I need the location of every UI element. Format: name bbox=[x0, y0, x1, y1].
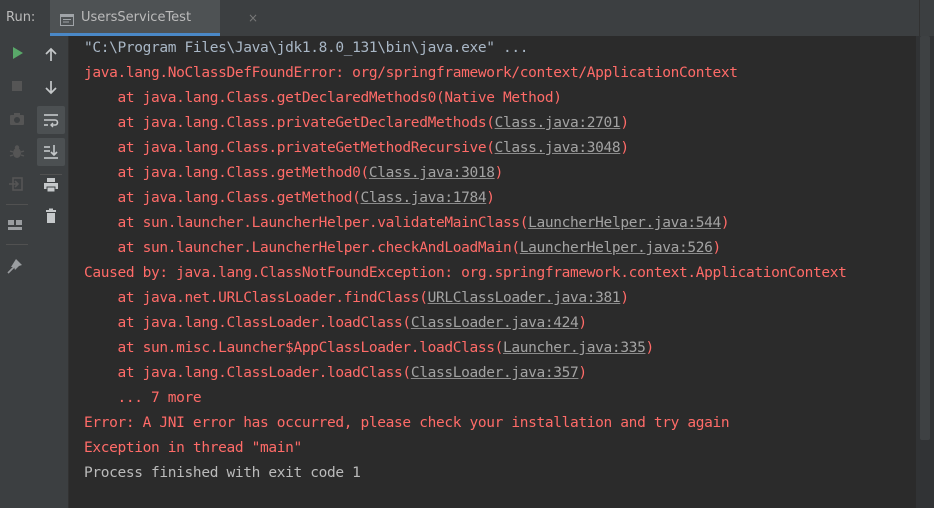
console-text: ) bbox=[578, 365, 587, 381]
console-text: Exception in thread "main" bbox=[84, 440, 302, 456]
toolbar-separator bbox=[6, 244, 28, 245]
console-text: ) bbox=[578, 315, 587, 331]
console-text: Caused by: java.lang.ClassNotFoundExcept… bbox=[84, 265, 847, 281]
print-button[interactable] bbox=[37, 171, 65, 199]
console-line: at java.lang.Class.privateGetMethodRecur… bbox=[84, 136, 630, 161]
down-stack-trace-button[interactable] bbox=[37, 73, 65, 101]
source-link[interactable]: LauncherHelper.java:526 bbox=[520, 240, 713, 256]
console-text: ) bbox=[712, 240, 721, 256]
arrow-up-icon bbox=[45, 47, 57, 61]
console-text: ) bbox=[720, 215, 730, 231]
scroll-to-end-icon bbox=[44, 145, 58, 159]
console-text: ... 7 more bbox=[84, 390, 202, 406]
console-text: "C:\Program Files\Java\jdk1.8.0_131\bin\… bbox=[84, 40, 529, 56]
rerun-button[interactable] bbox=[3, 39, 31, 67]
tab-label: UsersServiceTest bbox=[81, 10, 192, 25]
console-line: Exception in thread "main" bbox=[84, 436, 302, 461]
console-actions-toolbar bbox=[34, 36, 69, 508]
scrollbar-thumb[interactable] bbox=[920, 36, 930, 440]
console-text: at sun.launcher.LauncherHelper.validateM… bbox=[84, 215, 529, 231]
source-link[interactable]: ClassLoader.java:424 bbox=[411, 315, 579, 331]
console-line: Process finished with exit code 1 bbox=[84, 461, 361, 486]
trash-icon bbox=[46, 208, 56, 223]
source-link[interactable]: Class.java:1784 bbox=[361, 190, 487, 206]
console-text: ) bbox=[620, 290, 629, 306]
print-icon bbox=[44, 178, 58, 193]
stop-icon bbox=[12, 81, 22, 91]
console-line: Caused by: java.lang.ClassNotFoundExcept… bbox=[84, 261, 847, 286]
console-text: at java.net.URLClassLoader.findClass( bbox=[84, 290, 428, 306]
dump-threads-button[interactable] bbox=[3, 105, 31, 133]
scroll-to-end-button[interactable] bbox=[37, 138, 65, 166]
source-link[interactable]: URLClassLoader.java:381 bbox=[428, 290, 621, 306]
console-line: at java.lang.Class.privateGetDeclaredMet… bbox=[84, 111, 630, 136]
console-line: at java.lang.Class.getMethod(Class.java:… bbox=[84, 186, 495, 211]
console-text: at java.lang.Class.privateGetDeclaredMet… bbox=[84, 115, 495, 131]
console-line: at java.lang.ClassLoader.loadClass(Class… bbox=[84, 311, 588, 336]
tab-users-service-test[interactable]: UsersServiceTest × bbox=[50, 0, 258, 36]
console-text: Error: A JNI error has occurred, please … bbox=[84, 415, 730, 431]
console-line: ... 7 more bbox=[84, 386, 202, 411]
console-text: at java.lang.ClassLoader.loadClass( bbox=[84, 365, 412, 381]
console-text: at java.lang.Class.privateGetMethodRecur… bbox=[84, 140, 495, 156]
run-actions-toolbar bbox=[0, 36, 34, 508]
console-text: ) bbox=[620, 115, 629, 131]
source-link[interactable]: Class.java:2701 bbox=[495, 115, 621, 131]
source-link[interactable]: ClassLoader.java:357 bbox=[411, 365, 579, 381]
pin-tab-button[interactable] bbox=[1, 252, 29, 280]
console-line: at java.net.URLClassLoader.findClass(URL… bbox=[84, 286, 630, 311]
pin-icon bbox=[7, 259, 22, 274]
toolbar-separator bbox=[6, 204, 28, 205]
camera-icon bbox=[10, 113, 24, 125]
console-line: at sun.misc.Launcher$AppClassLoader.load… bbox=[84, 336, 655, 361]
console-text: at java.lang.Class.getMethod( bbox=[84, 190, 361, 206]
console-text: at java.lang.Class.getDeclaredMethods0(N… bbox=[84, 90, 562, 106]
console-text: Process finished with exit code 1 bbox=[84, 465, 361, 481]
login-icon bbox=[9, 177, 23, 191]
console-line: at java.lang.ClassLoader.loadClass(Class… bbox=[84, 361, 588, 386]
source-link[interactable]: Launcher.java:335 bbox=[503, 340, 646, 356]
console-tab-icon bbox=[60, 11, 74, 26]
layout-icon bbox=[8, 220, 22, 230]
console-text: ) bbox=[486, 190, 495, 206]
source-link[interactable]: LauncherHelper.java:544 bbox=[528, 215, 721, 231]
debug-button[interactable] bbox=[3, 138, 31, 166]
console-text: at sun.launcher.LauncherHelper.checkAndL… bbox=[84, 240, 521, 256]
console-line: java.lang.NoClassDefFoundError: org/spri… bbox=[84, 61, 738, 86]
run-header: Run: UsersServiceTest × bbox=[0, 0, 934, 36]
console-text: ) bbox=[494, 165, 504, 181]
clear-all-button[interactable] bbox=[37, 202, 65, 230]
soft-wrap-icon bbox=[44, 114, 59, 128]
restore-layout-button[interactable] bbox=[3, 170, 31, 198]
arrow-down-icon bbox=[45, 81, 57, 95]
console-output[interactable]: "C:\Program Files\Java\jdk1.8.0_131\bin\… bbox=[70, 36, 916, 508]
up-stack-trace-button[interactable] bbox=[37, 41, 65, 69]
stop-button[interactable] bbox=[3, 72, 31, 100]
source-link[interactable]: Class.java:3018 bbox=[369, 165, 495, 181]
console-line: at sun.launcher.LauncherHelper.validateM… bbox=[84, 211, 730, 236]
console-text: ) bbox=[645, 340, 654, 356]
console-line: at java.lang.Class.getDeclaredMethods0(N… bbox=[84, 86, 562, 111]
console-text: java.lang.NoClassDefFoundError: org/spri… bbox=[84, 65, 738, 81]
console-line: at sun.launcher.LauncherHelper.checkAndL… bbox=[84, 236, 722, 261]
console-text: ) bbox=[620, 140, 629, 156]
console-text: at java.lang.Class.getMethod0( bbox=[84, 165, 370, 181]
layout-button[interactable] bbox=[1, 211, 29, 239]
header-divider bbox=[919, 0, 920, 36]
console-line: Error: A JNI error has occurred, please … bbox=[84, 411, 730, 436]
console-text: at java.lang.ClassLoader.loadClass( bbox=[84, 315, 412, 331]
run-label: Run: bbox=[6, 10, 36, 25]
console-line: "C:\Program Files\Java\jdk1.8.0_131\bin\… bbox=[84, 36, 528, 61]
source-link[interactable]: Class.java:3048 bbox=[495, 140, 621, 156]
soft-wrap-button[interactable] bbox=[37, 106, 65, 134]
bug-icon bbox=[9, 145, 25, 158]
close-icon[interactable]: × bbox=[248, 11, 258, 25]
console-line: at java.lang.Class.getMethod0(Class.java… bbox=[84, 161, 504, 186]
run-icon bbox=[13, 47, 23, 59]
run-tool-window: Run: UsersServiceTest × "C:\Program File… bbox=[0, 0, 934, 508]
console-text: at sun.misc.Launcher$AppClassLoader.load… bbox=[84, 340, 504, 356]
